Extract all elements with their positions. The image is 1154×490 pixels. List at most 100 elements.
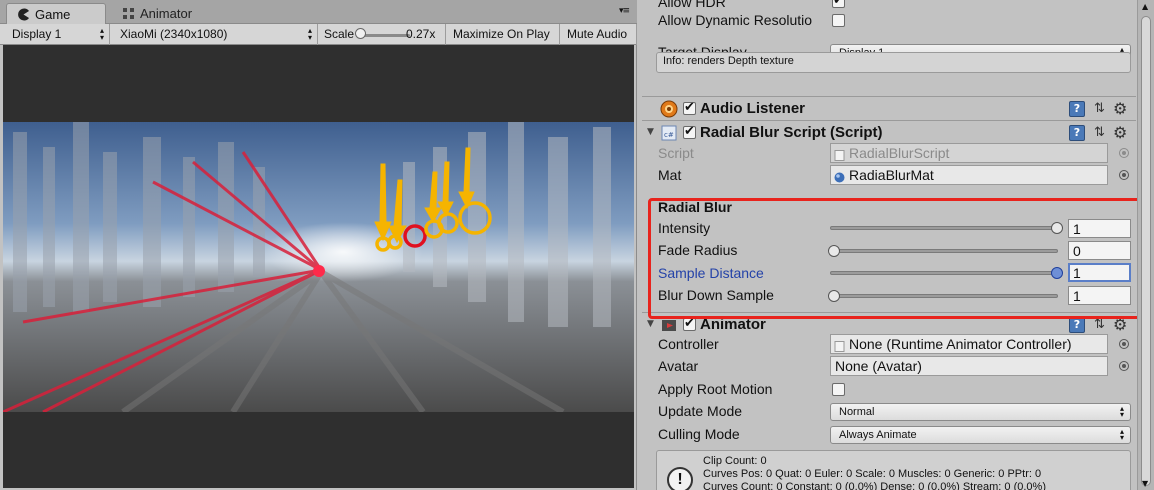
controller-field[interactable]: None (Runtime Animator Controller) xyxy=(830,334,1108,354)
sample-distance-label: Sample Distance xyxy=(658,265,764,281)
culling-mode-value: Always Animate xyxy=(839,429,917,441)
intensity-field[interactable]: 1 xyxy=(1068,219,1131,238)
blur-down-sample-slider-track[interactable] xyxy=(830,294,1058,298)
animator-component-icon xyxy=(660,316,678,334)
radial-blur-enabled-checkbox[interactable] xyxy=(683,124,696,139)
foldout-arrow-icon[interactable]: ▼ xyxy=(647,127,654,137)
animator-header[interactable]: ▼ Animator ? ⇅ ⚙ xyxy=(642,312,1136,336)
script-file-icon xyxy=(834,148,845,161)
curves-pos-text: Curves Pos: 0 Quat: 0 Euler: 0 Scale: 0 … xyxy=(703,468,1042,480)
resolution-dropdown-value: XiaoMi (2340x1080) xyxy=(120,27,228,41)
fade-radius-slider-thumb[interactable] xyxy=(828,245,840,257)
sample-distance-field[interactable]: 1 xyxy=(1068,263,1131,282)
dropdown-arrows-icon: ▴▾ xyxy=(99,26,104,42)
radial-blur-script-title: Radial Blur Script (Script) xyxy=(700,124,883,141)
culling-mode-dropdown[interactable]: Always Animate ▴ ▾ xyxy=(830,426,1131,444)
tab-game-label: Game xyxy=(35,7,71,22)
scroll-down-arrow-icon[interactable]: ▼ xyxy=(1142,479,1148,488)
blur-down-sample-field[interactable]: 1 xyxy=(1068,286,1131,305)
blur-down-sample-label: Blur Down Sample xyxy=(658,287,774,303)
tab-animator-label: Animator xyxy=(140,6,193,21)
tab-game[interactable]: Game xyxy=(6,3,106,24)
presets-icon[interactable]: ⇅ xyxy=(1094,125,1105,140)
scale-value: 0.27x xyxy=(406,27,436,41)
resolution-dropdown[interactable]: XiaoMi (2340x1080) ▴ ▾ xyxy=(114,24,318,45)
fade-radius-field[interactable]: 0 xyxy=(1068,241,1131,260)
sample-distance-slider-track[interactable] xyxy=(830,271,1058,275)
display-dropdown-value: Display 1 xyxy=(12,27,62,41)
object-picker-icon[interactable] xyxy=(1119,339,1129,349)
scale-slider-thumb[interactable] xyxy=(355,28,366,39)
foldout-arrow-icon[interactable]: ▼ xyxy=(647,319,654,329)
dropdown-arrows-icon: ▴▾ xyxy=(1119,404,1124,419)
mat-label: Mat xyxy=(658,167,682,183)
script-field-value: RadialBlurScript xyxy=(849,145,950,161)
inspector-scrollbar[interactable]: ▲ ▼ xyxy=(1137,0,1154,490)
blur-down-sample-slider-thumb[interactable] xyxy=(828,290,840,302)
help-icon[interactable]: ? xyxy=(1069,125,1085,141)
fade-radius-slider-track[interactable] xyxy=(830,249,1058,253)
help-icon[interactable]: ? xyxy=(1069,317,1085,333)
csharp-script-icon: c# xyxy=(660,124,678,142)
scale-control: Scale 0.27x xyxy=(318,24,446,45)
fade-radius-label: Fade Radius xyxy=(658,242,738,258)
intensity-slider-track[interactable] xyxy=(830,226,1058,230)
help-icon[interactable]: ? xyxy=(1069,101,1085,117)
update-mode-value: Normal xyxy=(839,406,875,418)
maximize-on-play-toggle[interactable]: Maximize On Play xyxy=(447,24,560,45)
display-dropdown[interactable]: Display 1 ▴ ▾ xyxy=(6,24,110,45)
mat-field[interactable]: RadiaBlurMat xyxy=(830,165,1108,185)
scale-label: Scale xyxy=(324,27,355,41)
object-picker-icon[interactable] xyxy=(1119,361,1129,371)
culling-mode-label: Culling Mode xyxy=(658,426,740,442)
controller-label: Controller xyxy=(658,336,719,352)
audio-listener-header[interactable]: Audio Listener ? ⇅ ⚙ xyxy=(642,96,1136,120)
intensity-slider-thumb[interactable] xyxy=(1051,222,1063,234)
allow-dynamic-resolution-label: Allow Dynamic Resolutio xyxy=(658,12,813,28)
radial-blur-scene-image xyxy=(3,122,634,412)
apply-root-motion-label: Apply Root Motion xyxy=(658,381,773,397)
avatar-field[interactable]: None (Avatar) xyxy=(830,356,1108,376)
tab-menu-icon[interactable]: ▾≡ xyxy=(619,6,630,16)
presets-icon[interactable]: ⇅ xyxy=(1094,101,1105,116)
controller-file-icon xyxy=(834,339,845,352)
sample-distance-slider-thumb[interactable] xyxy=(1051,267,1063,279)
dropdown-arrows-icon: ▴▾ xyxy=(307,26,312,42)
object-picker-icon xyxy=(1119,148,1129,158)
depth-texture-info-box: Info: renders Depth texture xyxy=(656,52,1131,73)
animator-stats-box: ! Clip Count: 0 Curves Pos: 0 Quat: 0 Eu… xyxy=(656,450,1131,490)
material-sphere-icon xyxy=(834,170,845,183)
animator-title: Animator xyxy=(700,316,766,333)
scroll-up-arrow-icon[interactable]: ▲ xyxy=(1142,2,1148,11)
animator-enabled-checkbox[interactable] xyxy=(683,316,696,331)
svg-text:c#: c# xyxy=(664,131,674,139)
game-viewport[interactable] xyxy=(3,45,634,488)
clip-count-text: Clip Count: 0 xyxy=(703,455,767,467)
gear-icon[interactable]: ⚙ xyxy=(1113,99,1127,118)
scrollbar-thumb[interactable] xyxy=(1141,16,1151,486)
apply-root-motion-checkbox[interactable] xyxy=(832,383,845,396)
game-toolbar: Display 1 ▴ ▾ XiaoMi (2340x1080) ▴ ▾ Scale… xyxy=(0,24,637,45)
radial-blur-script-header[interactable]: ▼ c# Radial Blur Script (Script) ? ⇅ ⚙ xyxy=(642,120,1136,144)
audio-listener-icon xyxy=(660,100,678,118)
tab-animator[interactable]: Animator xyxy=(112,3,222,24)
tab-bar: Game Animator ▾≡ xyxy=(0,0,637,24)
intensity-label: Intensity xyxy=(658,220,711,236)
update-mode-label: Update Mode xyxy=(658,403,743,419)
update-mode-dropdown[interactable]: Normal ▴ ▾ xyxy=(830,403,1131,421)
mute-audio-toggle[interactable]: Mute Audio xyxy=(561,24,637,45)
audio-listener-enabled-checkbox[interactable] xyxy=(683,100,696,115)
curves-count-text: Curves Count: 0 Constant: 0 (0.0%) Dense… xyxy=(703,481,1046,490)
presets-icon[interactable]: ⇅ xyxy=(1094,317,1105,332)
allow-hdr-checkbox[interactable] xyxy=(832,0,845,8)
allow-dynamic-resolution-checkbox[interactable] xyxy=(832,14,845,27)
scene-render xyxy=(3,122,634,412)
gear-icon[interactable]: ⚙ xyxy=(1113,315,1127,334)
gear-icon[interactable]: ⚙ xyxy=(1113,123,1127,142)
object-picker-icon[interactable] xyxy=(1119,170,1129,180)
radial-blur-section-title: Radial Blur xyxy=(658,199,732,215)
animator-grid-icon xyxy=(122,7,135,20)
inspector-panel: Allow HDR Allow Dynamic Resolutio Target… xyxy=(642,0,1136,490)
pacman-icon xyxy=(17,8,30,21)
game-view-panel: Game Animator ▾≡ Display 1 ▴ ▾ XiaoMi (23… xyxy=(0,0,637,490)
